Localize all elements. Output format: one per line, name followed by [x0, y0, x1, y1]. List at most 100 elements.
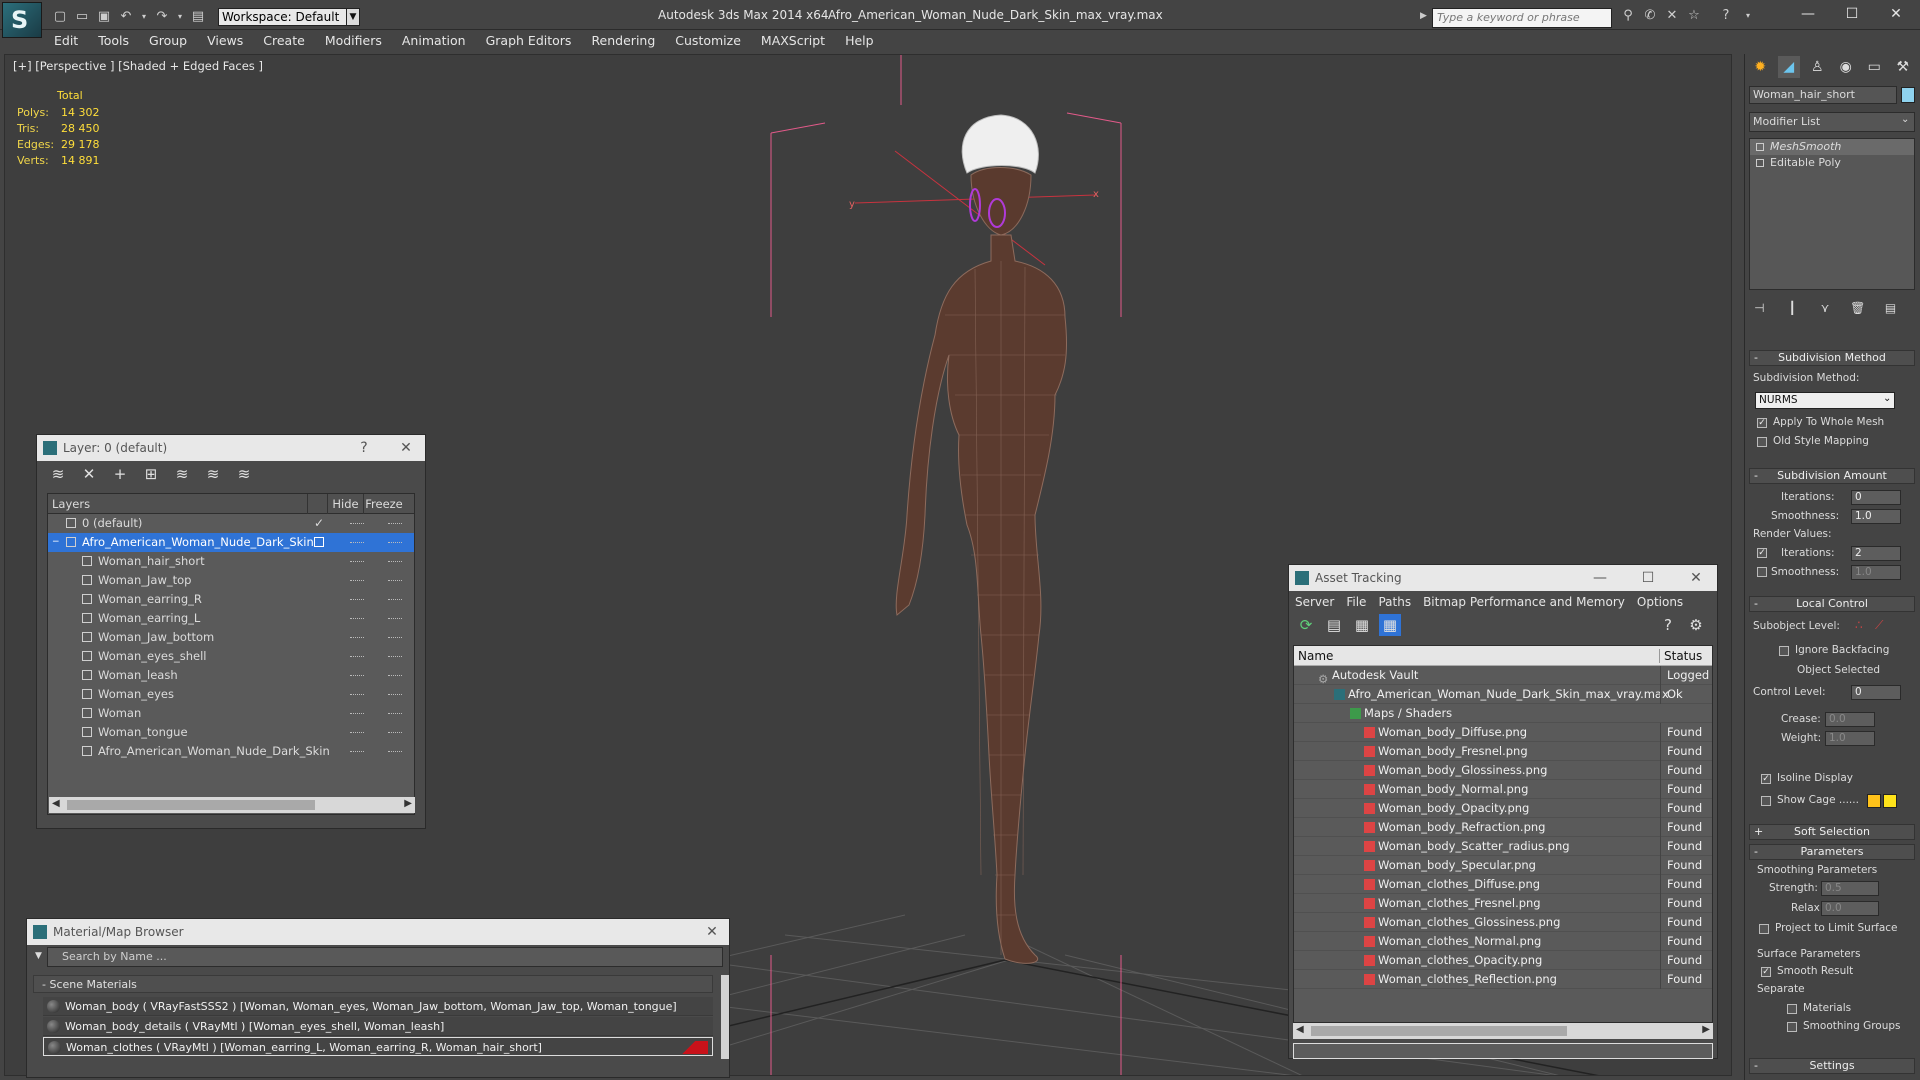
expand-icon[interactable]: [1756, 143, 1764, 151]
layer-object-row[interactable]: Woman_tongue: [48, 723, 414, 742]
hide-all-layers-icon[interactable]: ≋: [202, 463, 224, 485]
layer-object-row[interactable]: Woman: [48, 704, 414, 723]
render-smoothness-checkbox[interactable]: [1757, 567, 1767, 577]
asset-row-map[interactable]: Woman_body_Specular.png Found: [1294, 856, 1712, 875]
asset-row-map[interactable]: Woman_clothes_Glossiness.png Found: [1294, 913, 1712, 932]
help-icon[interactable]: ?: [1718, 8, 1734, 24]
refresh-icon[interactable]: ⟳: [1295, 614, 1317, 636]
asset-settings-icon[interactable]: ⚙: [1685, 614, 1707, 636]
binoculars-icon[interactable]: ⚲: [1620, 8, 1636, 24]
rollout-settings[interactable]: - Settings: [1749, 1058, 1915, 1074]
favorites-star-icon[interactable]: ☆: [1686, 8, 1702, 24]
menu-rendering[interactable]: Rendering: [591, 30, 655, 52]
menu-views[interactable]: Views: [207, 30, 243, 52]
crease-spinner[interactable]: 0.0: [1825, 712, 1875, 727]
asset-row-map[interactable]: Woman_body_Scatter_radius.png Found: [1294, 837, 1712, 856]
table-view-icon[interactable]: ▦: [1351, 614, 1373, 636]
layer-object-row[interactable]: Woman_eyes: [48, 685, 414, 704]
menu-customize[interactable]: Customize: [675, 30, 741, 52]
tab-modify-icon[interactable]: ◢: [1777, 56, 1800, 78]
show-cage-checkbox[interactable]: [1761, 796, 1771, 806]
layer-object-row[interactable]: Afro_American_Woman_Nude_Dark_Skin: [48, 742, 414, 761]
stack-item-editable-poly[interactable]: Editable Poly: [1750, 155, 1914, 171]
show-end-result-icon[interactable]: ┃: [1784, 299, 1801, 317]
ignore-backfacing-checkbox[interactable]: [1779, 646, 1789, 656]
asset-menu-paths[interactable]: Paths: [1378, 591, 1411, 613]
rollout-soft-selection[interactable]: + Soft Selection: [1749, 824, 1915, 840]
freeze-toggle[interactable]: [388, 675, 402, 676]
tab-motion-icon[interactable]: ◉: [1835, 56, 1858, 78]
vertex-level-icon[interactable]: ∴: [1855, 618, 1863, 632]
pin-stack-icon[interactable]: ⊣: [1751, 299, 1768, 317]
rollout-subdivision-method[interactable]: - Subdivision Method: [1749, 350, 1915, 366]
hide-toggle[interactable]: [350, 675, 364, 676]
asset-row-vault[interactable]: ⚙Autodesk VaultLogged O: [1294, 666, 1712, 686]
menu-animation[interactable]: Animation: [402, 30, 466, 52]
app-logo-button[interactable]: S: [2, 2, 42, 38]
tab-utilities-icon[interactable]: ⚒: [1892, 56, 1915, 78]
material-browser-titlebar[interactable]: Material/Map Browser ✕: [27, 919, 729, 945]
separate-materials-checkbox[interactable]: [1787, 1004, 1797, 1014]
edge-level-icon[interactable]: ⟋: [1875, 618, 1883, 633]
layer-object-row[interactable]: Woman_eyes_shell: [48, 647, 414, 666]
rollout-local-control[interactable]: - Local Control: [1749, 596, 1915, 612]
current-layer-check-icon[interactable]: ✓: [314, 514, 324, 533]
asset-row-map[interactable]: Woman_body_Refraction.png Found: [1294, 818, 1712, 837]
material-browser-close-icon[interactable]: ✕: [701, 919, 723, 945]
hide-toggle[interactable]: [350, 561, 364, 562]
asset-row-map[interactable]: Woman_body_Fresnel.png Found: [1294, 742, 1712, 761]
help-search-input[interactable]: Type a keyword or phrase: [1432, 8, 1612, 28]
redo-dropdown-icon[interactable]: ▾: [176, 9, 184, 25]
layer-window-titlebar[interactable]: Layer: 0 (default) ? ✕: [37, 435, 425, 461]
menu-modifiers[interactable]: Modifiers: [325, 30, 382, 52]
hide-toggle[interactable]: [350, 580, 364, 581]
asset-row-map[interactable]: Woman_body_Diffuse.png Found: [1294, 723, 1712, 742]
asset-row-file[interactable]: Afro_American_Woman_Nude_Dark_Skin_max_v…: [1294, 685, 1712, 704]
cage-color-swatch-b[interactable]: [1883, 794, 1897, 808]
workspace-dropdown-icon[interactable]: ▼: [346, 8, 360, 26]
freeze-toggle[interactable]: [388, 637, 402, 638]
help-dropdown-icon[interactable]: ▾: [1740, 8, 1756, 24]
hide-toggle[interactable]: [350, 542, 364, 543]
asset-row-group[interactable]: Maps / Shaders: [1294, 704, 1712, 723]
scroll-thumb[interactable]: [67, 800, 315, 810]
remove-modifier-icon[interactable]: 🗑: [1849, 299, 1866, 317]
modifier-list-dropdown[interactable]: Modifier List: [1749, 112, 1915, 132]
subdivision-method-select[interactable]: NURMS: [1755, 392, 1895, 409]
smoothness-spinner[interactable]: 1.0: [1851, 509, 1901, 524]
project-folder-icon[interactable]: ▤: [190, 9, 206, 25]
project-limit-checkbox[interactable]: [1759, 924, 1769, 934]
material-search-input[interactable]: Search by Name ...: [47, 947, 723, 967]
weight-spinner[interactable]: 1.0: [1825, 731, 1875, 746]
menu-maxscript[interactable]: MAXScript: [761, 30, 825, 52]
isoline-display-checkbox[interactable]: ✓: [1761, 774, 1771, 784]
menu-create[interactable]: Create: [263, 30, 305, 52]
smooth-result-checkbox[interactable]: ✓: [1761, 967, 1771, 977]
set-current-icon[interactable]: [314, 537, 324, 547]
menu-group[interactable]: Group: [149, 30, 187, 52]
asset-help-icon[interactable]: ?: [1657, 614, 1679, 636]
layer-horizontal-scrollbar[interactable]: ◀ ▶: [49, 797, 415, 813]
hide-toggle[interactable]: [350, 694, 364, 695]
col-hide[interactable]: Hide: [328, 493, 364, 514]
create-layer-icon[interactable]: ≋: [47, 463, 69, 485]
character-model[interactable]: [895, 114, 1068, 964]
select-objects-icon[interactable]: ⊞: [140, 463, 162, 485]
render-iterations-checkbox[interactable]: ✓: [1757, 548, 1767, 558]
asset-row-map[interactable]: Woman_clothes_Fresnel.png Found: [1294, 894, 1712, 913]
menu-tools[interactable]: Tools: [98, 30, 129, 52]
relax-spinner[interactable]: 0.0: [1821, 901, 1879, 916]
minimize-icon[interactable]: —: [1794, 4, 1822, 24]
layer-row-selected[interactable]: − Afro_American_Woman_Nude_Dark_Skin: [48, 533, 414, 552]
maximize-icon[interactable]: ☐: [1838, 4, 1866, 24]
col-name[interactable]: Name: [1294, 648, 1660, 663]
freeze-all-layers-icon[interactable]: ≋: [233, 463, 255, 485]
col-layers[interactable]: Layers: [48, 493, 308, 514]
asset-minimize-icon[interactable]: —: [1589, 565, 1611, 591]
object-name-field[interactable]: Woman_hair_short: [1749, 86, 1897, 104]
save-icon[interactable]: ▣: [96, 9, 112, 25]
col-freeze[interactable]: Freeze: [364, 494, 404, 514]
material-vertical-scrollbar[interactable]: [721, 975, 729, 1059]
viewport-label[interactable]: [+] [Perspective ] [Shaded + Edged Faces…: [13, 59, 263, 73]
separate-smoothing-groups-checkbox[interactable]: [1787, 1022, 1797, 1032]
